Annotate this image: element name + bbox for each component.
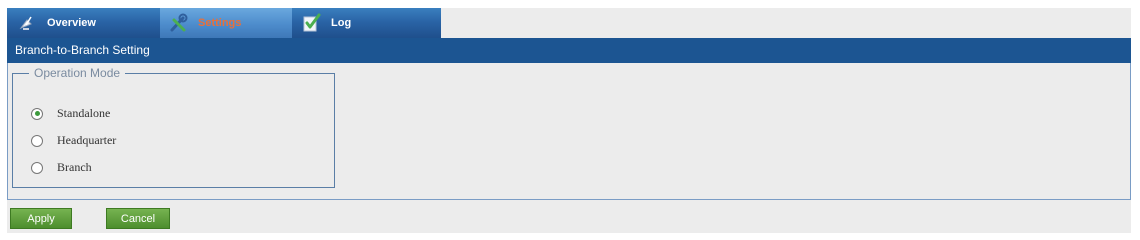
tools-icon <box>168 12 190 34</box>
cancel-button[interactable]: Cancel <box>106 208 170 229</box>
radio-standalone-label: Standalone <box>57 106 111 120</box>
radio-button[interactable] <box>31 161 43 174</box>
operation-mode-group: Operation Mode Standalone Headquarter Br… <box>12 66 335 188</box>
checklist-icon <box>301 12 323 34</box>
tab-bar: Overview Settings Log <box>7 8 441 38</box>
radio-headquarter-label: Headquarter <box>57 133 117 147</box>
tab-log-label: Log <box>331 17 352 29</box>
tab-settings[interactable]: Settings <box>160 8 292 38</box>
radio-button-selected[interactable] <box>31 107 43 120</box>
radio-standalone[interactable]: Standalone <box>31 106 110 121</box>
section-title: Branch-to-Branch Setting <box>7 38 1131 63</box>
operation-mode-legend: Operation Mode <box>34 66 121 80</box>
radio-headquarter[interactable]: Headquarter <box>31 133 116 148</box>
tab-overview[interactable]: Overview <box>17 8 147 38</box>
radio-dot <box>34 111 40 116</box>
tab-overview-label: Overview <box>47 17 96 29</box>
satellite-dish-icon <box>17 12 39 34</box>
apply-button[interactable]: Apply <box>10 208 72 229</box>
tab-log[interactable]: Log <box>301 8 421 38</box>
tab-settings-label: Settings <box>198 17 242 29</box>
page-frame: Overview Settings Log Branch-to-Branch S… <box>7 8 1131 233</box>
radio-branch-label: Branch <box>57 160 92 174</box>
radio-branch[interactable]: Branch <box>31 160 92 175</box>
settings-panel: Operation Mode Standalone Headquarter Br… <box>7 63 1131 200</box>
radio-button[interactable] <box>31 134 43 147</box>
